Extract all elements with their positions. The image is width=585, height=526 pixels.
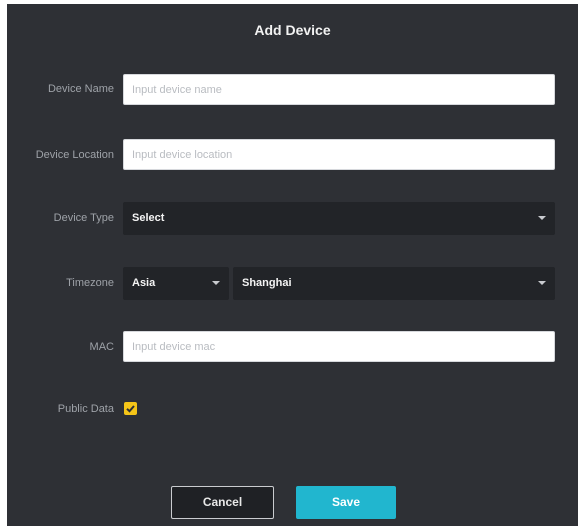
timezone-city-select[interactable]: Shanghai	[233, 267, 555, 300]
device-type-select[interactable]: Select	[123, 202, 555, 235]
public-data-label: Public Data	[57, 403, 114, 415]
add-device-dialog: Add Device Device Name Device Location D…	[7, 4, 578, 526]
device-name-label: Device Name	[47, 83, 114, 95]
save-button[interactable]: Save	[296, 486, 396, 519]
chevron-down-icon	[538, 281, 546, 285]
timezone-city-value: Shanghai	[242, 277, 292, 289]
device-location-input[interactable]	[123, 139, 555, 170]
device-location-label: Device Location	[35, 149, 114, 161]
device-type-label: Device Type	[53, 212, 114, 224]
chevron-down-icon	[212, 281, 220, 285]
chevron-down-icon	[538, 216, 546, 220]
timezone-label: Timezone	[66, 277, 114, 289]
cancel-button[interactable]: Cancel	[171, 486, 274, 519]
device-type-value: Select	[132, 212, 165, 224]
timezone-region-select[interactable]: Asia	[123, 267, 229, 300]
device-name-input[interactable]	[123, 74, 555, 105]
public-data-checkbox[interactable]	[124, 402, 137, 415]
timezone-region-value: Asia	[132, 277, 156, 289]
dialog-title: Add Device	[254, 22, 331, 38]
mac-label: MAC	[89, 341, 114, 353]
checkmark-icon	[126, 405, 135, 413]
mac-input[interactable]	[123, 331, 555, 362]
